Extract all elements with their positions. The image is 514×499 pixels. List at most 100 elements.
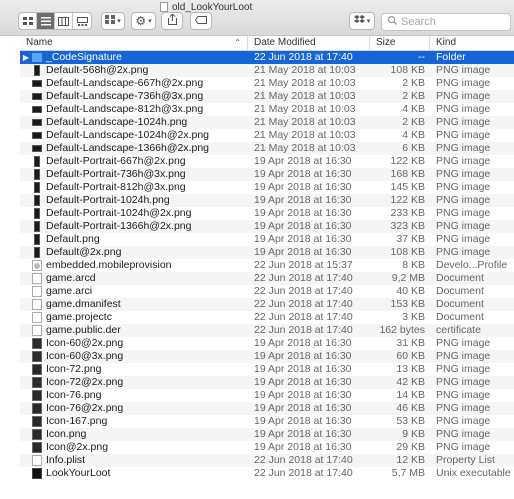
disclosure-triangle-icon[interactable]: ▶	[20, 51, 32, 64]
file-kind: PNG image	[436, 64, 491, 76]
file-row[interactable]: Default-Landscape-1024h@2x.png 21 May 201…	[20, 129, 514, 142]
png-image-icon	[34, 221, 40, 232]
file-row[interactable]: embedded.mobileprovision 22 Jun 2018 at 1…	[20, 259, 514, 272]
file-name: Default@2x.png	[46, 246, 122, 258]
file-name: game.public.der	[46, 324, 121, 336]
file-row[interactable]: game.projectc 22 Jun 2018 at 17:40 3 KB Doc…	[20, 311, 514, 324]
file-row[interactable]: Default-Landscape-736h@3x.png 21 May 2018…	[20, 90, 514, 103]
png-image-icon	[34, 156, 40, 167]
file-name: Icon-76@2x.png	[46, 402, 124, 414]
list-view-icon[interactable]	[37, 13, 55, 29]
file-name-cell: Default-Landscape-1024h@2x.png	[20, 129, 248, 142]
png-image-icon	[32, 377, 42, 388]
file-date: 21 May 2018 at 10:03	[254, 116, 356, 128]
file-row[interactable]: Default.png 19 Apr 2018 at 16:30 37 KB PNG …	[20, 233, 514, 246]
file-kind: Folder	[436, 51, 466, 63]
png-image-icon	[34, 234, 40, 245]
file-kind: PNG image	[436, 363, 491, 375]
column-header-name[interactable]: Name ⌃	[20, 36, 248, 51]
arrange-button[interactable]: ▾	[101, 12, 125, 30]
file-row[interactable]: Icon.png 19 Apr 2018 at 16:30 9 KB PNG imag…	[20, 428, 514, 441]
file-row[interactable]: Default-Portrait-736h@3x.png 19 Apr 2018 …	[20, 168, 514, 181]
search-field[interactable]	[381, 13, 511, 31]
action-button[interactable]: ⚙ ▾	[131, 12, 156, 30]
column-view-icon[interactable]	[55, 13, 73, 29]
file-row[interactable]: Icon-60@2x.png 19 Apr 2018 at 16:30 31 KB P…	[20, 337, 514, 350]
file-name-cell: Icon.png	[20, 428, 248, 441]
file-kind: certificate	[436, 324, 481, 336]
file-row[interactable]: game.public.der 22 Jun 2018 at 17:40 162 b…	[20, 324, 514, 337]
file-date: 21 May 2018 at 10:03	[254, 142, 356, 154]
file-date: 19 Apr 2018 at 16:30	[254, 376, 352, 388]
search-input[interactable]	[401, 16, 501, 28]
tag-button[interactable]	[190, 12, 212, 30]
file-kind: PNG image	[436, 350, 491, 362]
file-size: 5,7 MB	[391, 467, 425, 479]
document-icon	[32, 312, 42, 323]
file-name: Default.png	[46, 233, 100, 245]
file-kind: Document	[436, 311, 484, 323]
tag-icon	[194, 15, 207, 27]
file-name: embedded.mobileprovision	[46, 259, 172, 271]
file-name-cell: Default-Portrait-667h@2x.png	[20, 155, 248, 168]
file-row[interactable]: Icon-72.png 19 Apr 2018 at 16:30 13 KB PNG …	[20, 363, 514, 376]
file-kind: PNG image	[436, 129, 491, 141]
share-button[interactable]	[161, 12, 183, 30]
file-row[interactable]: Default@2x.png 19 Apr 2018 at 16:30 108 KB…	[20, 246, 514, 259]
file-row[interactable]: Default-Portrait-1024h@2x.png 19 Apr 2018…	[20, 207, 514, 220]
file-row[interactable]: ▶ _CodeSignature 22 Jun 2018 at 17:40 -- Fol…	[20, 51, 514, 64]
gear-icon: ⚙	[135, 14, 147, 28]
file-kind: PNG image	[436, 155, 491, 167]
file-row[interactable]: Default-Portrait-667h@2x.png 19 Apr 2018 …	[20, 155, 514, 168]
file-row[interactable]: Icon-76@2x.png 19 Apr 2018 at 16:30 46 KB P…	[20, 402, 514, 415]
file-size: 108 KB	[390, 246, 425, 258]
file-row[interactable]: Default-Landscape-1366h@2x.png 21 May 201…	[20, 142, 514, 155]
column-header-size[interactable]: Size	[370, 36, 430, 51]
png-image-icon	[32, 338, 42, 349]
gallery-view-icon[interactable]	[73, 13, 91, 29]
folder-proxy-icon[interactable]	[160, 2, 168, 12]
file-row[interactable]: game.arcd 22 Jun 2018 at 17:40 9,2 MB Docum…	[20, 272, 514, 285]
file-date: 19 Apr 2018 at 16:30	[254, 441, 352, 453]
file-row[interactable]: Default-Landscape-1024h.png 21 May 2018 a…	[20, 116, 514, 129]
file-date: 22 Jun 2018 at 17:40	[254, 272, 353, 284]
icon-view-icon[interactable]	[19, 13, 37, 29]
file-row[interactable]: Default-Landscape-667h@2x.png 21 May 2018…	[20, 77, 514, 90]
view-mode-control	[18, 12, 92, 30]
file-row[interactable]: Default-Landscape-812h@3x.png 21 May 2018…	[20, 103, 514, 116]
file-row[interactable]: Icon-60@3x.png 19 Apr 2018 at 16:30 60 KB P…	[20, 350, 514, 363]
file-row[interactable]: game.arci 22 Jun 2018 at 17:40 40 KB Docume…	[20, 285, 514, 298]
file-name-cell: Default-Portrait-736h@3x.png	[20, 168, 248, 181]
file-row[interactable]: Info.plist 22 Jun 2018 at 17:40 12 KB Prope…	[20, 454, 514, 467]
file-kind: Unix executable	[436, 467, 511, 479]
file-name: _CodeSignature	[46, 51, 122, 63]
file-size: 153 KB	[390, 298, 425, 310]
file-row[interactable]: Icon-167.png 19 Apr 2018 at 16:30 53 KB PNG…	[20, 415, 514, 428]
file-size: 162 bytes	[379, 324, 425, 336]
file-name-cell: game.arcd	[20, 272, 248, 285]
file-name-cell: Default@2x.png	[20, 246, 248, 259]
file-row[interactable]: Default-Portrait-1024h.png 19 Apr 2018 at…	[20, 194, 514, 207]
arrange-grid-icon	[105, 15, 116, 27]
file-name-cell: Icon-60@3x.png	[20, 350, 248, 363]
file-row[interactable]: game.dmanifest 22 Jun 2018 at 17:40 153 KB…	[20, 298, 514, 311]
file-date: 19 Apr 2018 at 16:30	[254, 350, 352, 362]
file-date: 22 Jun 2018 at 15:37	[254, 259, 353, 271]
file-kind: PNG image	[436, 194, 491, 206]
file-row[interactable]: Icon-72@2x.png 19 Apr 2018 at 16:30 42 KB P…	[20, 376, 514, 389]
file-row[interactable]: LookYourLoot 22 Jun 2018 at 17:40 5,7 MB Un…	[20, 467, 514, 480]
file-name: Icon@2x.png	[46, 441, 109, 453]
file-row[interactable]: Default-568h@2x.png 21 May 2018 at 10:03 1…	[20, 64, 514, 77]
file-name: Default-Landscape-667h@2x.png	[46, 77, 204, 89]
file-name-cell: game.arci	[20, 285, 248, 298]
file-row[interactable]: Default-Portrait-1366h@2x.png 19 Apr 2018…	[20, 220, 514, 233]
file-row[interactable]: Icon@2x.png 19 Apr 2018 at 16:30 29 KB PNG …	[20, 441, 514, 454]
file-name: Default-Landscape-1024h.png	[46, 116, 188, 128]
dropbox-button[interactable]: ▾	[349, 12, 375, 30]
file-row[interactable]: Icon-76.png 19 Apr 2018 at 16:30 14 KB PNG …	[20, 389, 514, 402]
file-name: game.arci	[46, 285, 93, 297]
column-header-kind[interactable]: Kind	[430, 36, 514, 51]
file-row[interactable]: Default-Portrait-812h@3x.png 19 Apr 2018 …	[20, 181, 514, 194]
file-size: 122 KB	[390, 155, 425, 167]
column-header-date[interactable]: Date Modified	[248, 36, 370, 51]
